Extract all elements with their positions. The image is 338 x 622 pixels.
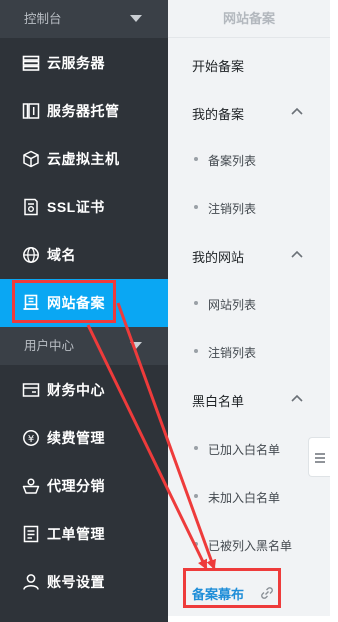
annotation-arrows [86,302,216,570]
annotation-arrow [116,302,216,570]
annotation-arrow [86,324,208,570]
